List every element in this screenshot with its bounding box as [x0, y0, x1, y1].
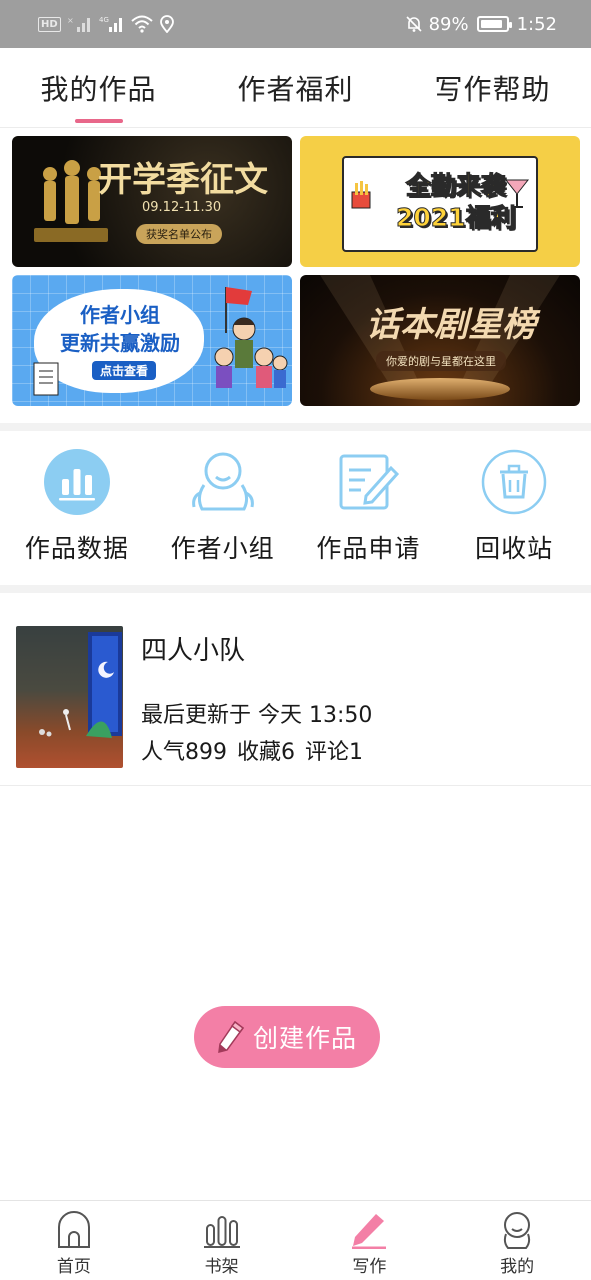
bar-chart-icon	[42, 447, 112, 517]
bottom-nav: 首页 书架 写作 我的	[0, 1200, 591, 1280]
banner-attendance-benefit[interactable]: 全勤来袭 2021福利	[300, 136, 580, 267]
fries-icon	[351, 181, 371, 209]
bookshelf-icon	[202, 1210, 242, 1250]
nav-label: 写作	[352, 1257, 387, 1277]
nav-label: 首页	[56, 1257, 91, 1277]
banner-title-line2: 更新共赢激励	[60, 331, 180, 355]
work-popularity: 人气899	[141, 740, 227, 765]
quick-action-label: 作品数据	[24, 534, 129, 563]
app-screen: HD × 4G 89% 1:52 我的作品 作者福利 写作帮助 开学季征文 09…	[0, 0, 591, 1280]
banner-essay-contest[interactable]: 开学季征文 09.12-11.30 获奖名单公布	[12, 136, 292, 267]
svg-text:×: ×	[67, 16, 74, 25]
quick-action-work-data[interactable]: 作品数据	[7, 447, 147, 565]
banner-title: 话本剧星榜	[366, 305, 536, 345]
banner-title-line1: 作者小组	[80, 303, 160, 327]
wifi-icon	[131, 15, 153, 33]
banner-title: 作者小组 更新共赢激励	[60, 301, 180, 357]
pen-icon	[349, 1210, 389, 1250]
banner-title-line2: 2021福利	[396, 203, 517, 233]
trash-icon	[479, 447, 549, 517]
banner-stage	[370, 378, 510, 400]
nav-home[interactable]: 首页	[0, 1201, 148, 1280]
battery-percent: 89%	[428, 13, 469, 35]
nav-label: 我的	[500, 1257, 535, 1277]
quick-action-label: 作者小组	[170, 534, 275, 563]
status-bar: HD × 4G 89% 1:52	[0, 0, 591, 48]
edit-document-icon	[333, 447, 403, 517]
banner-title-line1: 全勤来袭	[405, 171, 506, 201]
top-tabs: 我的作品 作者福利 写作帮助	[0, 48, 591, 128]
tab-author-benefits[interactable]: 作者福利	[197, 48, 394, 127]
create-work-label: 创建作品	[252, 1024, 357, 1053]
cartoon-kids-icon	[214, 287, 288, 388]
profile-icon	[497, 1210, 537, 1250]
work-updated-time: 最后更新于 今天 13:50	[141, 703, 373, 728]
quick-actions: 作品数据 作者小组 作品申请 回收站	[0, 431, 591, 585]
location-icon	[159, 15, 175, 33]
work-favorites: 收藏6	[237, 740, 295, 765]
nav-writing[interactable]: 写作	[296, 1201, 444, 1280]
work-stats: 人气899 收藏6 评论1	[141, 734, 363, 766]
banner-subtitle: 你爱的剧与星都在这里	[376, 351, 506, 371]
tab-writing-help[interactable]: 写作帮助	[394, 48, 591, 127]
work-title: 四人小队	[141, 636, 246, 666]
nav-profile[interactable]: 我的	[443, 1201, 591, 1280]
hd-badge: HD	[38, 16, 61, 32]
clipboard-icon	[33, 362, 59, 396]
svg-text:4G: 4G	[99, 16, 109, 24]
work-list-item[interactable]: 四人小队 最后更新于 今天 13:50 人气899 收藏6 评论1	[0, 593, 591, 786]
cellular-4g-icon: 4G	[99, 15, 125, 33]
quick-action-label: 作品申请	[316, 534, 421, 563]
section-divider	[0, 585, 591, 593]
quick-action-author-group[interactable]: 作者小组	[153, 447, 293, 565]
pencil-icon	[217, 1020, 245, 1054]
signal-icon: ×	[67, 15, 93, 33]
nav-bookshelf[interactable]: 书架	[148, 1201, 296, 1280]
banner-pill: 点击查看	[92, 361, 157, 380]
mute-bell-icon	[405, 15, 423, 33]
banner-author-group[interactable]: 作者小组 更新共赢激励 点击查看	[12, 275, 292, 406]
tab-my-works[interactable]: 我的作品	[0, 48, 197, 127]
banner-drama-star-chart[interactable]: 话本剧星榜 你爱的剧与星都在这里	[300, 275, 580, 406]
banner-pill: 获奖名单公布	[136, 224, 222, 244]
work-cover-image	[16, 626, 123, 768]
banner-title: 开学季征文	[98, 160, 268, 200]
nav-label: 书架	[204, 1257, 239, 1277]
battery-level-fill	[480, 20, 502, 28]
status-left: HD × 4G	[38, 15, 175, 33]
section-divider	[0, 423, 591, 431]
quick-action-label: 回收站	[475, 534, 554, 563]
banner-date: 09.12-11.30	[142, 200, 222, 215]
quick-action-recycle-bin[interactable]: 回收站	[444, 447, 584, 565]
status-time: 1:52	[516, 13, 557, 35]
create-work-button[interactable]: 创建作品	[194, 1006, 380, 1068]
banner-grid: 开学季征文 09.12-11.30 获奖名单公布 全勤来袭 2021福利 作者小…	[0, 128, 591, 424]
quick-action-work-application[interactable]: 作品申请	[298, 447, 438, 565]
banner-title: 全勤来袭 2021福利	[396, 170, 517, 234]
battery-icon	[476, 16, 512, 32]
work-comments: 评论1	[305, 740, 363, 765]
group-icon	[188, 447, 258, 517]
status-right: 89% 1:52	[405, 14, 557, 35]
home-icon	[54, 1210, 94, 1250]
